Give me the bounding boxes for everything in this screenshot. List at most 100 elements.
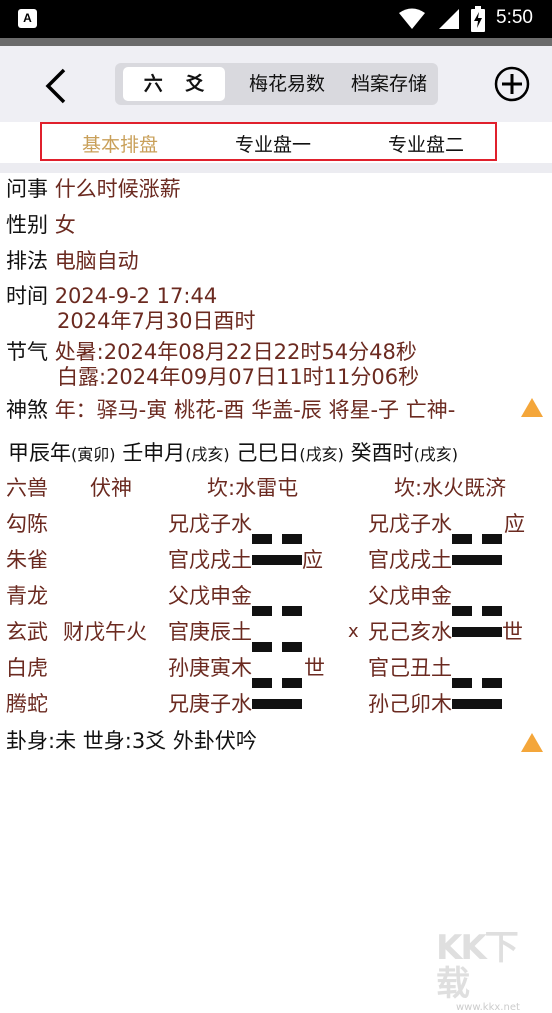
changed-yao-cell: 兄己亥水 世 xyxy=(368,614,523,650)
changed-yao-text: 官戊戌土 xyxy=(368,548,452,572)
year-ganzhi: 甲辰年 xyxy=(8,441,71,465)
yin-line xyxy=(452,519,504,544)
changed-yao-text: 兄己亥水 xyxy=(368,620,452,644)
main-hexagram-name: 坎:水雷屯 xyxy=(207,476,299,500)
month-ganzhi: 壬申月 xyxy=(122,441,186,465)
summary-text: 卦身:未 世身:3爻 外卦伏吟 xyxy=(6,729,257,753)
subtab-pro-1[interactable]: 专业盘一 xyxy=(235,130,311,157)
liushou-cell: 青龙 xyxy=(6,584,48,608)
day-ganzhi: 己巳日 xyxy=(236,441,300,465)
hour-kongwang: (戌亥) xyxy=(413,445,459,464)
subtab-pro-2[interactable]: 专业盘二 xyxy=(388,130,464,157)
yin-line xyxy=(252,663,304,688)
main-yao-cell: 官戊戌土 应 xyxy=(168,542,323,578)
watermark-url: www.kkx.net xyxy=(456,1002,520,1013)
time-solar: 2024-9-2 17:44 xyxy=(54,284,218,308)
time-row: 时间 2024-9-2 17:44 xyxy=(6,284,217,308)
liushou-cell: 勾陈 xyxy=(6,512,48,536)
main-yao-text: 兄戊子水 xyxy=(168,512,252,536)
time-lunar-row: 2024年7月30日酉时 xyxy=(57,309,256,333)
main-yao-cell: 父戊申金 xyxy=(168,578,304,616)
signal-icon xyxy=(439,9,459,29)
battery-charging-icon xyxy=(471,6,485,32)
app-header: 六 爻 梅花易数 档案存储 xyxy=(0,46,552,122)
yang-line xyxy=(452,627,502,637)
mode-segmented-control: 六 爻 梅花易数 档案存储 xyxy=(115,63,438,105)
changed-yao-mark: 世 xyxy=(502,620,523,644)
changed-yao-text: 兄戊子水 xyxy=(368,512,452,536)
tab-meihua[interactable]: 梅花易数 xyxy=(233,67,341,101)
main-yao-cell: 兄戊子水 xyxy=(168,506,304,544)
changed-yao-cell: 父戊申金 xyxy=(368,578,504,616)
subtab-basic[interactable]: 基本排盘 xyxy=(82,130,158,157)
jieqi-row-2: 白露:2024年09月07日11时11分06秒 xyxy=(57,365,419,389)
fushen-cell: 财戊午火 xyxy=(63,620,147,644)
tab-archive[interactable]: 档案存储 xyxy=(339,67,439,101)
app-notification-icon: A xyxy=(18,9,37,28)
watermark: KK下载 www.kkx.net xyxy=(436,930,546,1013)
tab-liuyao[interactable]: 六 爻 xyxy=(123,67,225,101)
time-lunar: 2024年7月30日酉时 xyxy=(57,309,256,333)
wifi-icon xyxy=(399,8,425,29)
main-yao-mark: 应 xyxy=(302,548,323,572)
jieqi-label: 节气 xyxy=(6,340,48,364)
status-bar: A 5:50 xyxy=(0,0,552,38)
add-circle-icon[interactable] xyxy=(494,66,530,102)
main-yao-text: 官戊戌土 xyxy=(168,548,252,572)
main-yao-cell: 孙庚寅木 世 xyxy=(168,650,325,688)
jieqi-row: 节气 处暑:2024年08月22日22时54分48秒 xyxy=(6,340,417,364)
expand-triangle-icon-2[interactable] xyxy=(521,733,543,752)
header-fushen: 伏神 xyxy=(90,476,132,500)
shensha-value: 年：驿马-寅 桃花-酉 华盖-辰 将星-子 亡神- xyxy=(54,398,456,422)
top-divider xyxy=(0,38,552,46)
jieqi-value-2: 白露:2024年09月07日11时11分06秒 xyxy=(57,365,420,389)
header-liushou: 六兽 xyxy=(6,476,48,500)
yin-line xyxy=(452,591,504,616)
yang-line xyxy=(252,699,302,709)
changed-hexagram-name: 坎:水火既济 xyxy=(394,476,507,500)
method-value: 电脑自动 xyxy=(54,249,139,273)
question-row: 问事 什么时候涨薪 xyxy=(6,177,181,201)
gender-value: 女 xyxy=(54,213,76,237)
main-yao-text: 孙庚寅木 xyxy=(168,656,252,680)
chart-subtabs: 基本排盘 专业盘一 专业盘二 xyxy=(40,122,497,161)
yin-line xyxy=(252,591,304,616)
year-kongwang: (寅卯) xyxy=(71,445,116,464)
changed-yao-text: 父戊申金 xyxy=(368,584,452,608)
time-label: 时间 xyxy=(6,284,48,308)
gender-label: 性别 xyxy=(6,213,48,237)
changed-yao-cell: 兄戊子水 应 xyxy=(368,506,525,544)
watermark-logo: KK下载 xyxy=(436,928,519,1004)
yin-line xyxy=(452,663,504,688)
main-yao-cell: 兄庚子水 xyxy=(168,686,302,722)
day-kongwang: (戌亥) xyxy=(299,445,344,464)
main-yao-text: 官庚辰土 xyxy=(168,620,252,644)
changed-yao-cell: 官戊戌土 xyxy=(368,542,502,578)
changed-yao-text: 官己丑土 xyxy=(368,656,452,680)
gender-row: 性别 女 xyxy=(6,213,76,237)
back-arrow-icon[interactable] xyxy=(40,66,70,106)
jieqi-value-1: 处暑:2024年08月22日22时54分48秒 xyxy=(54,340,417,364)
shensha-row: 神煞 年：驿马-寅 桃花-酉 华盖-辰 将星-子 亡神- xyxy=(6,398,455,422)
changed-yao-cell: 孙己卯木 xyxy=(368,686,502,722)
yang-line xyxy=(252,555,302,565)
yang-line xyxy=(452,555,502,565)
section-divider xyxy=(0,163,552,173)
main-yao-text: 兄庚子水 xyxy=(168,692,252,716)
method-label: 排法 xyxy=(6,249,48,273)
hour-ganzhi: 癸酉时 xyxy=(350,441,414,465)
main-yao-mark: 世 xyxy=(304,656,325,680)
yin-line xyxy=(252,519,304,544)
main-yao-cell: 官庚辰土 xyxy=(168,614,304,652)
shensha-label: 神煞 xyxy=(6,398,48,422)
clock-time: 5:50 xyxy=(496,7,533,28)
liushou-cell: 白虎 xyxy=(6,656,48,680)
expand-triangle-icon[interactable] xyxy=(521,398,543,417)
summary-row: 卦身:未 世身:3爻 外卦伏吟 xyxy=(6,729,257,753)
liushou-cell: 腾蛇 xyxy=(6,692,48,716)
changed-yao-text: 孙己卯木 xyxy=(368,692,452,716)
liushou-cell: 玄武 xyxy=(6,620,48,644)
month-kongwang: (戌亥) xyxy=(185,445,230,464)
changed-yao-cell: 官己丑土 xyxy=(368,650,504,688)
method-row: 排法 电脑自动 xyxy=(6,249,139,273)
